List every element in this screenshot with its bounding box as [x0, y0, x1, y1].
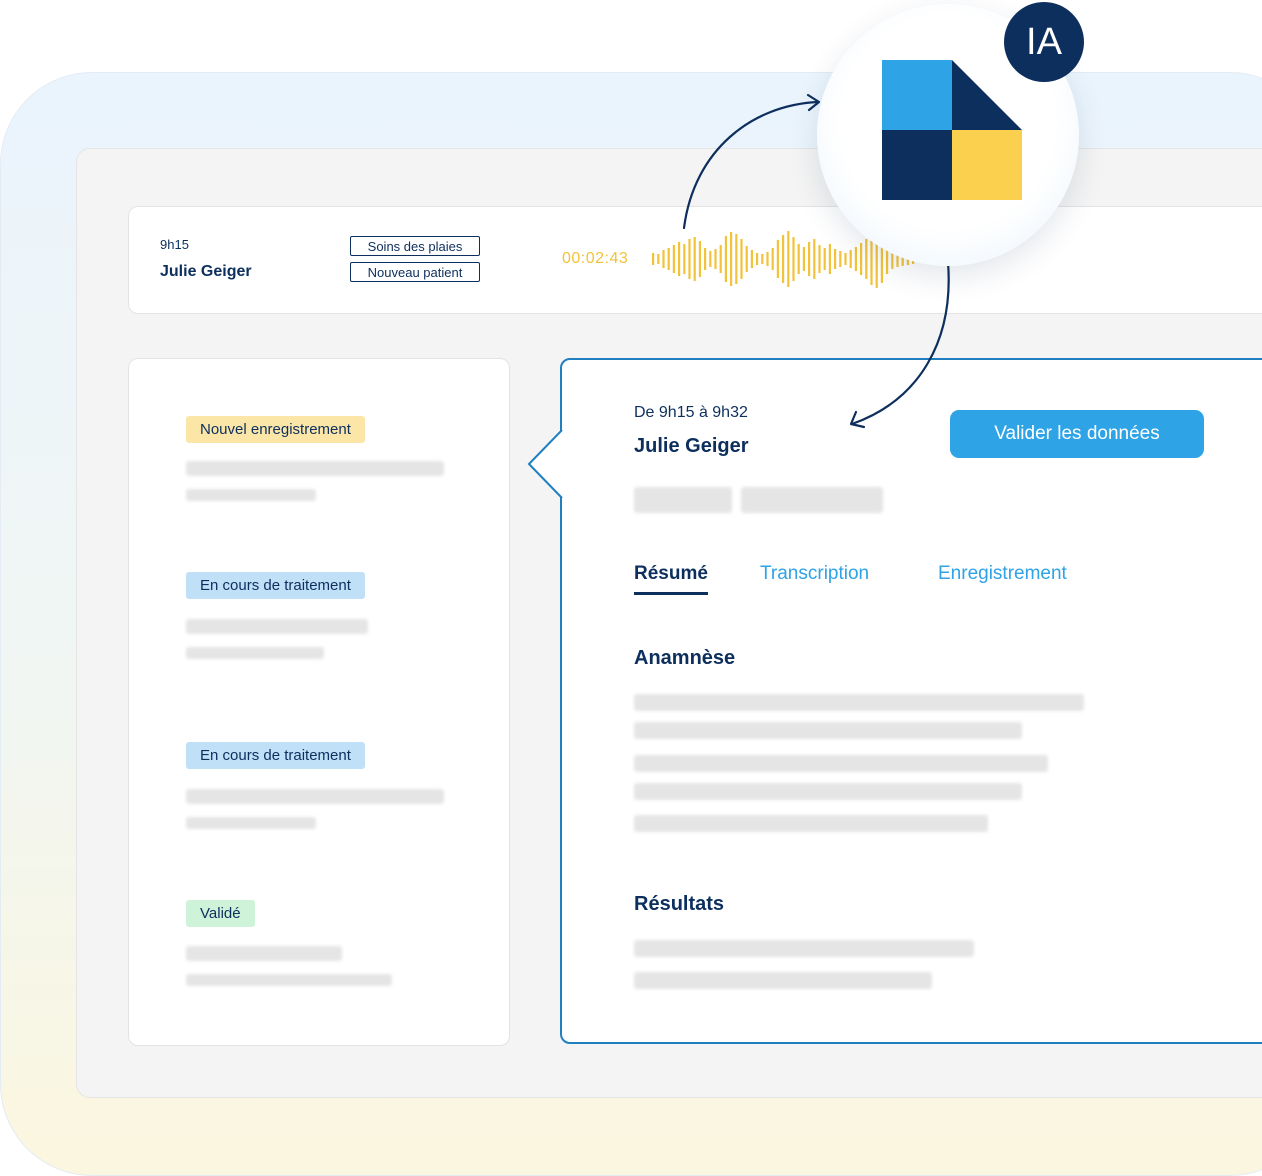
document-logo-icon [882, 60, 1022, 200]
arrow-to-detail-icon [850, 260, 950, 426]
arrow-to-ai-icon [682, 100, 820, 230]
flow-arrows [682, 93, 950, 429]
ai-badge: IA [1004, 2, 1084, 82]
